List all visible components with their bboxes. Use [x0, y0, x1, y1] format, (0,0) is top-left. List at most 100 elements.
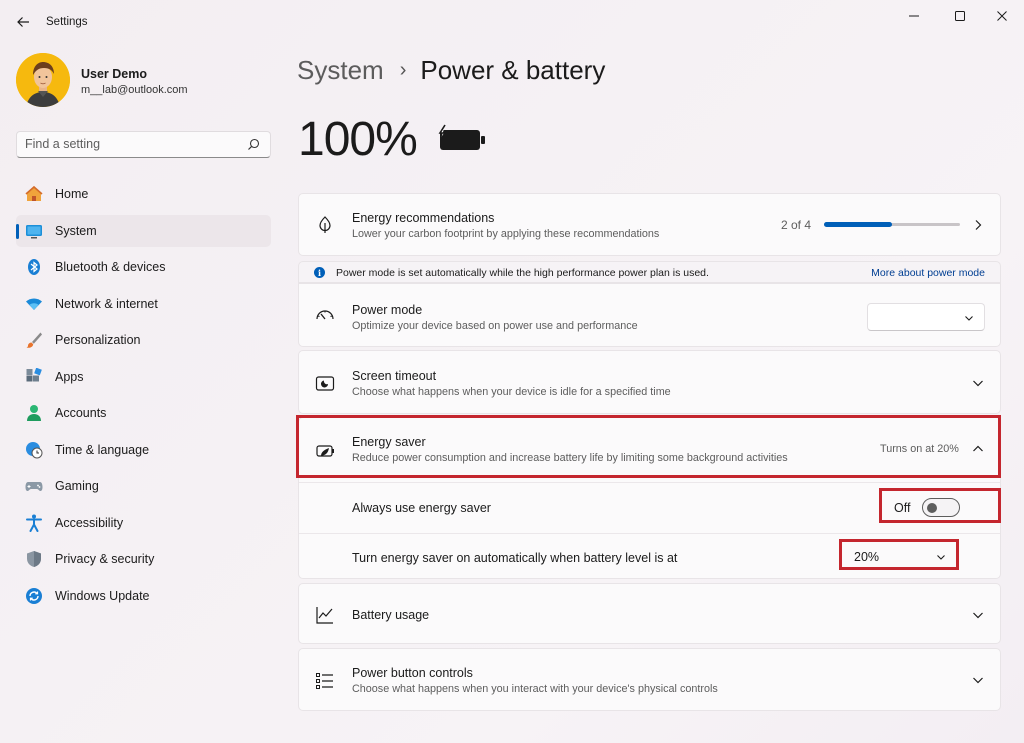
accessibility-icon: [26, 514, 42, 532]
power-mode-dropdown[interactable]: [867, 303, 985, 331]
minimize-icon: [909, 15, 919, 17]
sidebar-item-accounts[interactable]: Accounts: [16, 397, 271, 430]
maximize-button[interactable]: [945, 6, 975, 26]
toggle-state-label: Off: [894, 501, 911, 515]
chevron-down-icon: [937, 555, 945, 560]
battery-charging-icon: [438, 124, 485, 150]
auto-energy-saver-row: Turn energy saver on automatically when …: [299, 533, 1000, 578]
sidebar-item-label: Bluetooth & devices: [55, 260, 166, 274]
chevron-down-icon: [965, 316, 973, 321]
energy-saver-title: Energy saver: [352, 435, 426, 449]
close-button[interactable]: [987, 6, 1017, 26]
more-about-power-mode-link[interactable]: More about power mode: [871, 267, 985, 279]
sidebar-item-apps[interactable]: Apps: [16, 361, 271, 394]
sidebar-item-bluetooth[interactable]: Bluetooth & devices: [16, 251, 271, 284]
chevron-down-icon[interactable]: [972, 377, 984, 389]
energy-recommendations-description: Lower your carbon footprint by applying …: [352, 228, 660, 240]
sidebar-item-time-language[interactable]: Time & language: [16, 434, 271, 467]
back-button[interactable]: [12, 11, 34, 33]
energy-saver-header[interactable]: Energy saver Reduce power consumption an…: [299, 418, 1000, 482]
search-box[interactable]: [16, 131, 271, 158]
progress-count: 2 of 4: [781, 218, 812, 232]
info-icon: i: [314, 267, 325, 278]
accounts-icon: [27, 405, 41, 421]
gauge-icon: [316, 310, 334, 320]
chevron-up-icon[interactable]: [972, 443, 984, 455]
gamepad-icon: [25, 482, 43, 491]
always-use-energy-saver-row: Always use energy saver Off: [299, 482, 1000, 533]
always-use-energy-saver-label: Always use energy saver: [352, 501, 491, 515]
user-name: User Demo: [81, 67, 147, 81]
title-bar: Settings: [0, 0, 1024, 46]
screen-timeout-title: Screen timeout: [352, 369, 437, 383]
sidebar-item-label: Apps: [55, 369, 84, 384]
power-button-controls-description: Choose what happens when you interact wi…: [352, 683, 718, 695]
sidebar-item-label: Time & language: [55, 442, 150, 457]
breadcrumb: System › Power & battery: [297, 55, 605, 86]
power-mode-description: Optimize your device based on power use …: [352, 320, 638, 332]
globe-clock-icon: [26, 441, 43, 458]
progress-fill: [824, 222, 892, 227]
system-icon: [26, 224, 42, 238]
breadcrumb-separator: ›: [399, 59, 407, 81]
chevron-right-icon[interactable]: [972, 219, 984, 231]
battery-level-dropdown[interactable]: 20%: [842, 543, 956, 570]
screen-timeout-description: Choose what happens when your device is …: [352, 386, 671, 398]
sidebar-nav: Home System Bluetooth & devices Network …: [16, 178, 271, 616]
sidebar-item-label: Personalization: [55, 333, 141, 347]
chevron-down-icon[interactable]: [972, 609, 984, 621]
sidebar-item-label: Accounts: [55, 406, 107, 420]
screen-timeout-icon: [315, 376, 335, 391]
energy-saver-card: Energy saver Reduce power consumption an…: [298, 417, 1001, 579]
app-title: Settings: [46, 16, 88, 28]
sidebar-item-network[interactable]: Network & internet: [16, 288, 271, 321]
search-icon[interactable]: [247, 138, 260, 151]
sidebar-item-gaming[interactable]: Gaming: [16, 470, 271, 503]
sidebar-item-label: Windows Update: [55, 588, 150, 603]
sidebar-item-accessibility[interactable]: Accessibility: [16, 507, 271, 540]
sidebar-item-windows-update[interactable]: Windows Update: [16, 580, 271, 613]
battery-percentage: 100%: [298, 113, 418, 166]
home-icon: [25, 185, 43, 201]
sidebar-item-home[interactable]: Home: [16, 178, 271, 211]
back-arrow-icon: [17, 17, 29, 27]
power-mode-card: Power mode Optimize your device based on…: [298, 283, 1001, 347]
sidebar-item-label: Gaming: [55, 479, 99, 493]
sidebar-item-system[interactable]: System: [16, 214, 271, 247]
energy-recommendations-title: Energy recommendations: [352, 211, 495, 225]
energy-saver-description: Reduce power consumption and increase ba…: [352, 452, 788, 464]
always-use-energy-saver-toggle[interactable]: [922, 498, 960, 517]
maximize-icon: [955, 11, 965, 21]
toggle-knob: [927, 503, 937, 513]
chevron-down-icon[interactable]: [972, 674, 984, 686]
apps-icon: [26, 367, 42, 381]
sidebar-item-label: Network & internet: [55, 296, 158, 311]
energy-recommendations-card[interactable]: Energy recommendations Lower your carbon…: [298, 193, 1001, 256]
energy-saver-status: Turns on at 20%: [880, 443, 959, 455]
avatar[interactable]: [16, 53, 70, 107]
breadcrumb-parent[interactable]: System: [297, 55, 384, 86]
progress-bar: [824, 222, 960, 227]
search-input[interactable]: [25, 137, 235, 151]
chart-icon: [316, 607, 333, 624]
info-text: Power mode is set automatically while th…: [336, 267, 709, 279]
battery-usage-title: Battery usage: [352, 608, 430, 622]
sidebar-item-label: Accessibility: [55, 515, 124, 530]
power-button-controls-card[interactable]: Power button controls Choose what happen…: [298, 648, 1001, 711]
user-avatar-icon: [16, 53, 70, 107]
sidebar-item-privacy-security[interactable]: Privacy & security: [16, 543, 271, 576]
update-icon: [26, 587, 42, 604]
energy-saver-icon: [316, 445, 334, 457]
leaf-icon: [319, 216, 331, 233]
auto-energy-saver-label: Turn energy saver on automatically when …: [352, 551, 678, 565]
screen-timeout-card[interactable]: Screen timeout Choose what happens when …: [298, 350, 1001, 414]
minimize-button[interactable]: [899, 6, 929, 26]
battery-usage-card[interactable]: Battery usage: [298, 583, 1001, 644]
list-icon: [316, 673, 333, 689]
close-icon: [997, 11, 1007, 21]
bluetooth-icon: [28, 259, 40, 275]
sidebar-item-personalization[interactable]: Personalization: [16, 324, 271, 357]
wifi-icon: [26, 298, 42, 310]
power-button-controls-title: Power button controls: [352, 666, 473, 680]
shield-icon: [27, 551, 41, 567]
